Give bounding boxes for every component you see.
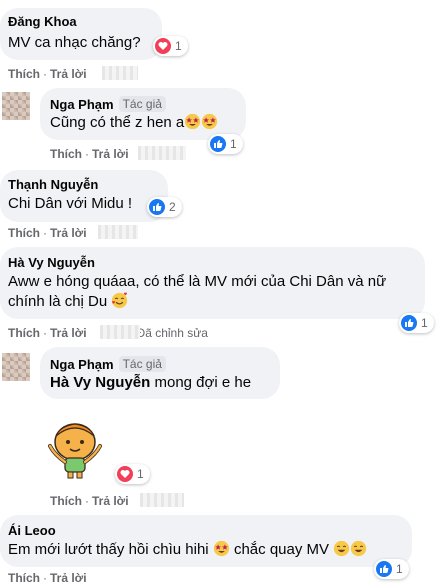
comment-text: MV ca nhạc chăng? (8, 34, 141, 51)
comment-author[interactable]: Thạnh Nguyễn (8, 177, 98, 192)
like-link[interactable]: Thích (50, 147, 82, 161)
comment-author[interactable]: Ái Leoo (8, 523, 56, 538)
comment-author[interactable]: Nga Phạm Tác giả (50, 96, 166, 112)
reaction-summary[interactable]: 1 (374, 559, 409, 579)
like-link[interactable]: Thích (8, 571, 40, 585)
comment-actions: Thích · Trả lời (50, 494, 129, 508)
star-struck-emoji-icon (201, 113, 218, 136)
timestamp-blurred (98, 225, 138, 239)
heart-icon (155, 38, 171, 54)
heart-icon (117, 466, 133, 482)
star-struck-emoji-icon (213, 540, 230, 563)
comment-actions: Thích · Trả lời (8, 571, 87, 585)
timestamp-blurred (140, 493, 184, 507)
reply-link[interactable]: Trả lời (50, 67, 87, 81)
author-name[interactable]: Nga Phạm (50, 357, 114, 372)
reaction-count: 1 (137, 467, 144, 481)
edited-label: Đã chỉnh sửa (136, 326, 208, 340)
comment-author[interactable]: Đăng Khoa (8, 14, 77, 29)
timestamp-blurred (102, 66, 138, 80)
author-name[interactable]: Nga Phạm (50, 97, 114, 112)
comment-author[interactable]: Hà Vy Nguyễn (8, 255, 95, 270)
like-link[interactable]: Thích (8, 67, 40, 81)
comment-text-content: Cũng có thể z hen a (50, 114, 185, 131)
thumbs-up-icon (210, 136, 226, 152)
comment-text: Cũng có thể z hen a (50, 113, 218, 136)
reply-link[interactable]: Trả lời (92, 494, 129, 508)
smiling-face-with-hearts-emoji-icon (111, 292, 128, 315)
reaction-summary[interactable]: 1 (399, 313, 434, 333)
reply-link[interactable]: Trả lời (50, 326, 87, 340)
reaction-summary[interactable]: 1 (115, 464, 150, 484)
comment-text-line: chính là chị Du (8, 293, 108, 310)
reply-link[interactable]: Trả lời (92, 147, 129, 161)
like-link[interactable]: Thích (50, 494, 82, 508)
star-struck-emoji-icon (184, 113, 201, 136)
comment-text-content: chắc quay MV (229, 541, 330, 558)
comment-author[interactable]: Nga Phạm Tác giả (50, 356, 166, 372)
comment-text-content: mong đợi e he (150, 374, 252, 391)
like-link[interactable]: Thích (8, 326, 40, 340)
thumbs-up-icon (401, 315, 417, 331)
thumbs-up-icon (149, 199, 165, 215)
avatar[interactable] (2, 92, 30, 120)
timestamp-blurred (100, 325, 140, 339)
comment-actions: Thích · Trả lời (8, 226, 87, 240)
grinning-emoji-icon (350, 540, 367, 563)
reaction-summary[interactable]: 2 (147, 197, 182, 217)
waving-kid-sticker[interactable] (40, 418, 110, 480)
author-badge: Tác giả (118, 356, 166, 372)
reaction-count: 1 (175, 39, 182, 53)
thumbs-up-icon (376, 561, 392, 577)
reaction-count: 1 (421, 316, 428, 330)
reaction-count: 2 (169, 200, 176, 214)
comment-text: Chi Dân với Midu ! (8, 195, 133, 212)
reply-link[interactable]: Trả lời (50, 226, 87, 240)
comment-text: Hà Vy Nguyễn mong đợi e he (50, 373, 251, 393)
reaction-count: 1 (396, 562, 403, 576)
comment-text-content: Em mới lướt thấy hồi chìu hihi (8, 541, 209, 558)
reply-link[interactable]: Trả lời (50, 571, 87, 585)
comment-actions: Thích · Trả lời (8, 67, 87, 81)
timestamp-blurred (138, 146, 186, 160)
reaction-count: 1 (230, 137, 237, 151)
reaction-summary[interactable]: 1 (208, 134, 243, 154)
comment-text: Aww e hóng quáaa, có thể là MV mới của C… (8, 272, 386, 315)
comment-text-line: Aww e hóng quáaa, có thể là MV mới của C… (8, 273, 387, 290)
grinning-emoji-icon (333, 540, 350, 563)
like-link[interactable]: Thích (8, 226, 40, 240)
reaction-summary[interactable]: 1 (153, 36, 188, 56)
comment-actions: Thích · Trả lời (50, 147, 129, 161)
mention-link[interactable]: Hà Vy Nguyễn (50, 374, 150, 391)
comment-text: Em mới lướt thấy hồi chìu hihi chắc quay… (8, 540, 367, 563)
author-badge: Tác giả (118, 96, 166, 112)
avatar[interactable] (2, 353, 30, 381)
